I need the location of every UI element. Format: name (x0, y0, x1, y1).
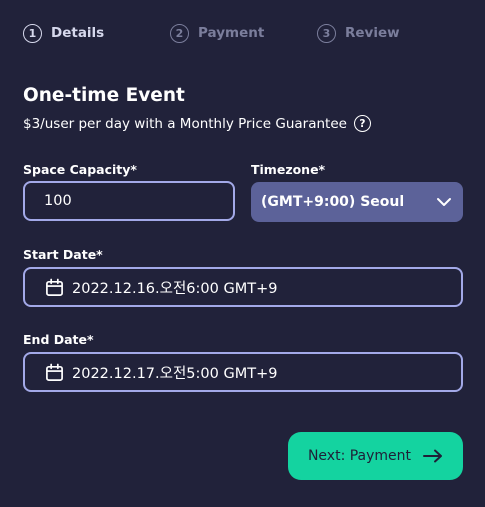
capacity-value: 100 (44, 193, 72, 209)
calendar-icon (46, 278, 63, 296)
arrow-right-icon (423, 449, 443, 463)
calendar-icon (46, 363, 63, 381)
pricing-subtitle: $3/user per day with a Monthly Price Gua… (23, 115, 371, 132)
step-details[interactable]: 1 Details (23, 23, 104, 43)
end-date-label: End Date* (23, 332, 94, 347)
end-date-value: 2022.12.17.오전5:00 GMT+9 (72, 365, 278, 382)
timezone-value: (GMT+9:00) Seoul (261, 194, 405, 210)
step-payment[interactable]: 2 Payment (170, 23, 264, 43)
step-number: 1 (23, 23, 42, 43)
step-number: 2 (170, 23, 189, 43)
capacity-label: Space Capacity* (23, 162, 137, 177)
start-date-value: 2022.12.16.오전6:00 GMT+9 (72, 280, 278, 297)
start-date-input[interactable]: 2022.12.16.오전6:00 GMT+9 (23, 267, 463, 307)
start-date-label: Start Date* (23, 247, 103, 262)
timezone-label: Timezone* (251, 162, 326, 177)
timezone-select[interactable]: (GMT+9:00) Seoul (251, 182, 463, 222)
next-button-label: Next: Payment (307, 448, 412, 464)
next-payment-button[interactable]: Next: Payment (288, 432, 463, 480)
step-label: Review (345, 25, 400, 41)
capacity-input[interactable]: 100 (23, 181, 235, 221)
pricing-text: $3/user per day with a Monthly Price Gua… (23, 115, 347, 132)
step-review[interactable]: 3 Review (317, 23, 400, 43)
help-icon[interactable]: ? (353, 115, 371, 132)
end-date-input[interactable]: 2022.12.17.오전5:00 GMT+9 (23, 352, 463, 392)
event-form-page: 1 Details 2 Payment 3 Review One-time Ev… (0, 0, 485, 507)
step-label: Payment (198, 25, 265, 41)
page-title: One-time Event (23, 85, 185, 106)
step-label: Details (51, 25, 105, 41)
step-number: 3 (317, 23, 336, 43)
chevron-down-icon (437, 198, 451, 206)
